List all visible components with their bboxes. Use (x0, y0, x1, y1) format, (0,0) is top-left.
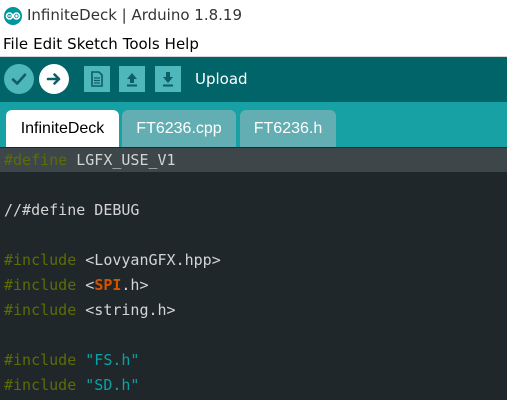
code-token-string: "SD.h" (85, 376, 140, 394)
code-line: #include "FS.h" (4, 348, 139, 373)
open-button[interactable] (119, 66, 145, 92)
code-token-directive: #include (4, 276, 77, 294)
save-button[interactable] (155, 66, 181, 92)
right-arrow-icon (46, 73, 61, 85)
toolbar: Upload (0, 57, 507, 102)
menu-bar: File Edit Sketch Tools Help (0, 33, 507, 57)
code-token-keyword: SPI (94, 276, 122, 294)
code-token-directive: #include (4, 251, 77, 269)
toolbar-status-label: Upload (195, 70, 248, 88)
code-line: #define LGFX_USE_V1 (4, 148, 176, 173)
arduino-logo-icon (4, 7, 22, 25)
menu-tools[interactable]: Tools (121, 33, 162, 56)
upload-button[interactable] (39, 64, 69, 94)
code-line: #include "SD.h" (4, 373, 139, 398)
code-token-directive: #include (4, 351, 77, 369)
menu-file[interactable]: File (1, 33, 30, 56)
menu-edit[interactable]: Edit (31, 33, 64, 56)
down-arrow-icon (163, 72, 173, 87)
window-title: InfiniteDeck | Arduino 1.8.19 (27, 6, 242, 24)
new-document-icon (91, 71, 103, 87)
checkmark-icon (11, 73, 27, 85)
code-token-text: LGFX_USE_V1 (67, 151, 176, 169)
code-token-directive: #include (4, 376, 77, 394)
code-token-text: <string.h> (76, 301, 176, 319)
tab-ft6236-cpp[interactable]: FT6236.cpp (122, 110, 236, 147)
code-line: #include <SPI.h> (4, 273, 149, 298)
code-token-string: "FS.h" (85, 351, 140, 369)
code-editor[interactable]: #define LGFX_USE_V1 //#define DEBUG #inc… (0, 147, 507, 400)
tab-infinitedeck[interactable]: InfiniteDeck (6, 110, 119, 147)
code-line: #include <LovyanGFX.hpp> (4, 248, 221, 273)
title-bar: InfiniteDeck | Arduino 1.8.19 (0, 0, 507, 33)
code-token-text: .h> (121, 276, 149, 294)
menu-sketch[interactable]: Sketch (65, 33, 120, 56)
code-token-comment: //#define DEBUG (4, 201, 140, 219)
up-arrow-icon (127, 73, 137, 87)
code-line: //#define DEBUG (4, 198, 139, 223)
code-token-directive: #include (4, 301, 77, 319)
new-button[interactable] (84, 66, 110, 92)
tab-ft6236-h[interactable]: FT6236.h (240, 110, 336, 147)
menu-help[interactable]: Help (163, 33, 201, 56)
code-line: #include <string.h> (4, 298, 176, 323)
code-token-text: <LovyanGFX.hpp> (76, 251, 221, 269)
code-token-directive: #define (4, 151, 68, 169)
verify-button[interactable] (4, 64, 34, 94)
tab-bar: InfiniteDeck FT6236.cpp FT6236.h (0, 102, 507, 147)
code-token-text: < (76, 276, 95, 294)
